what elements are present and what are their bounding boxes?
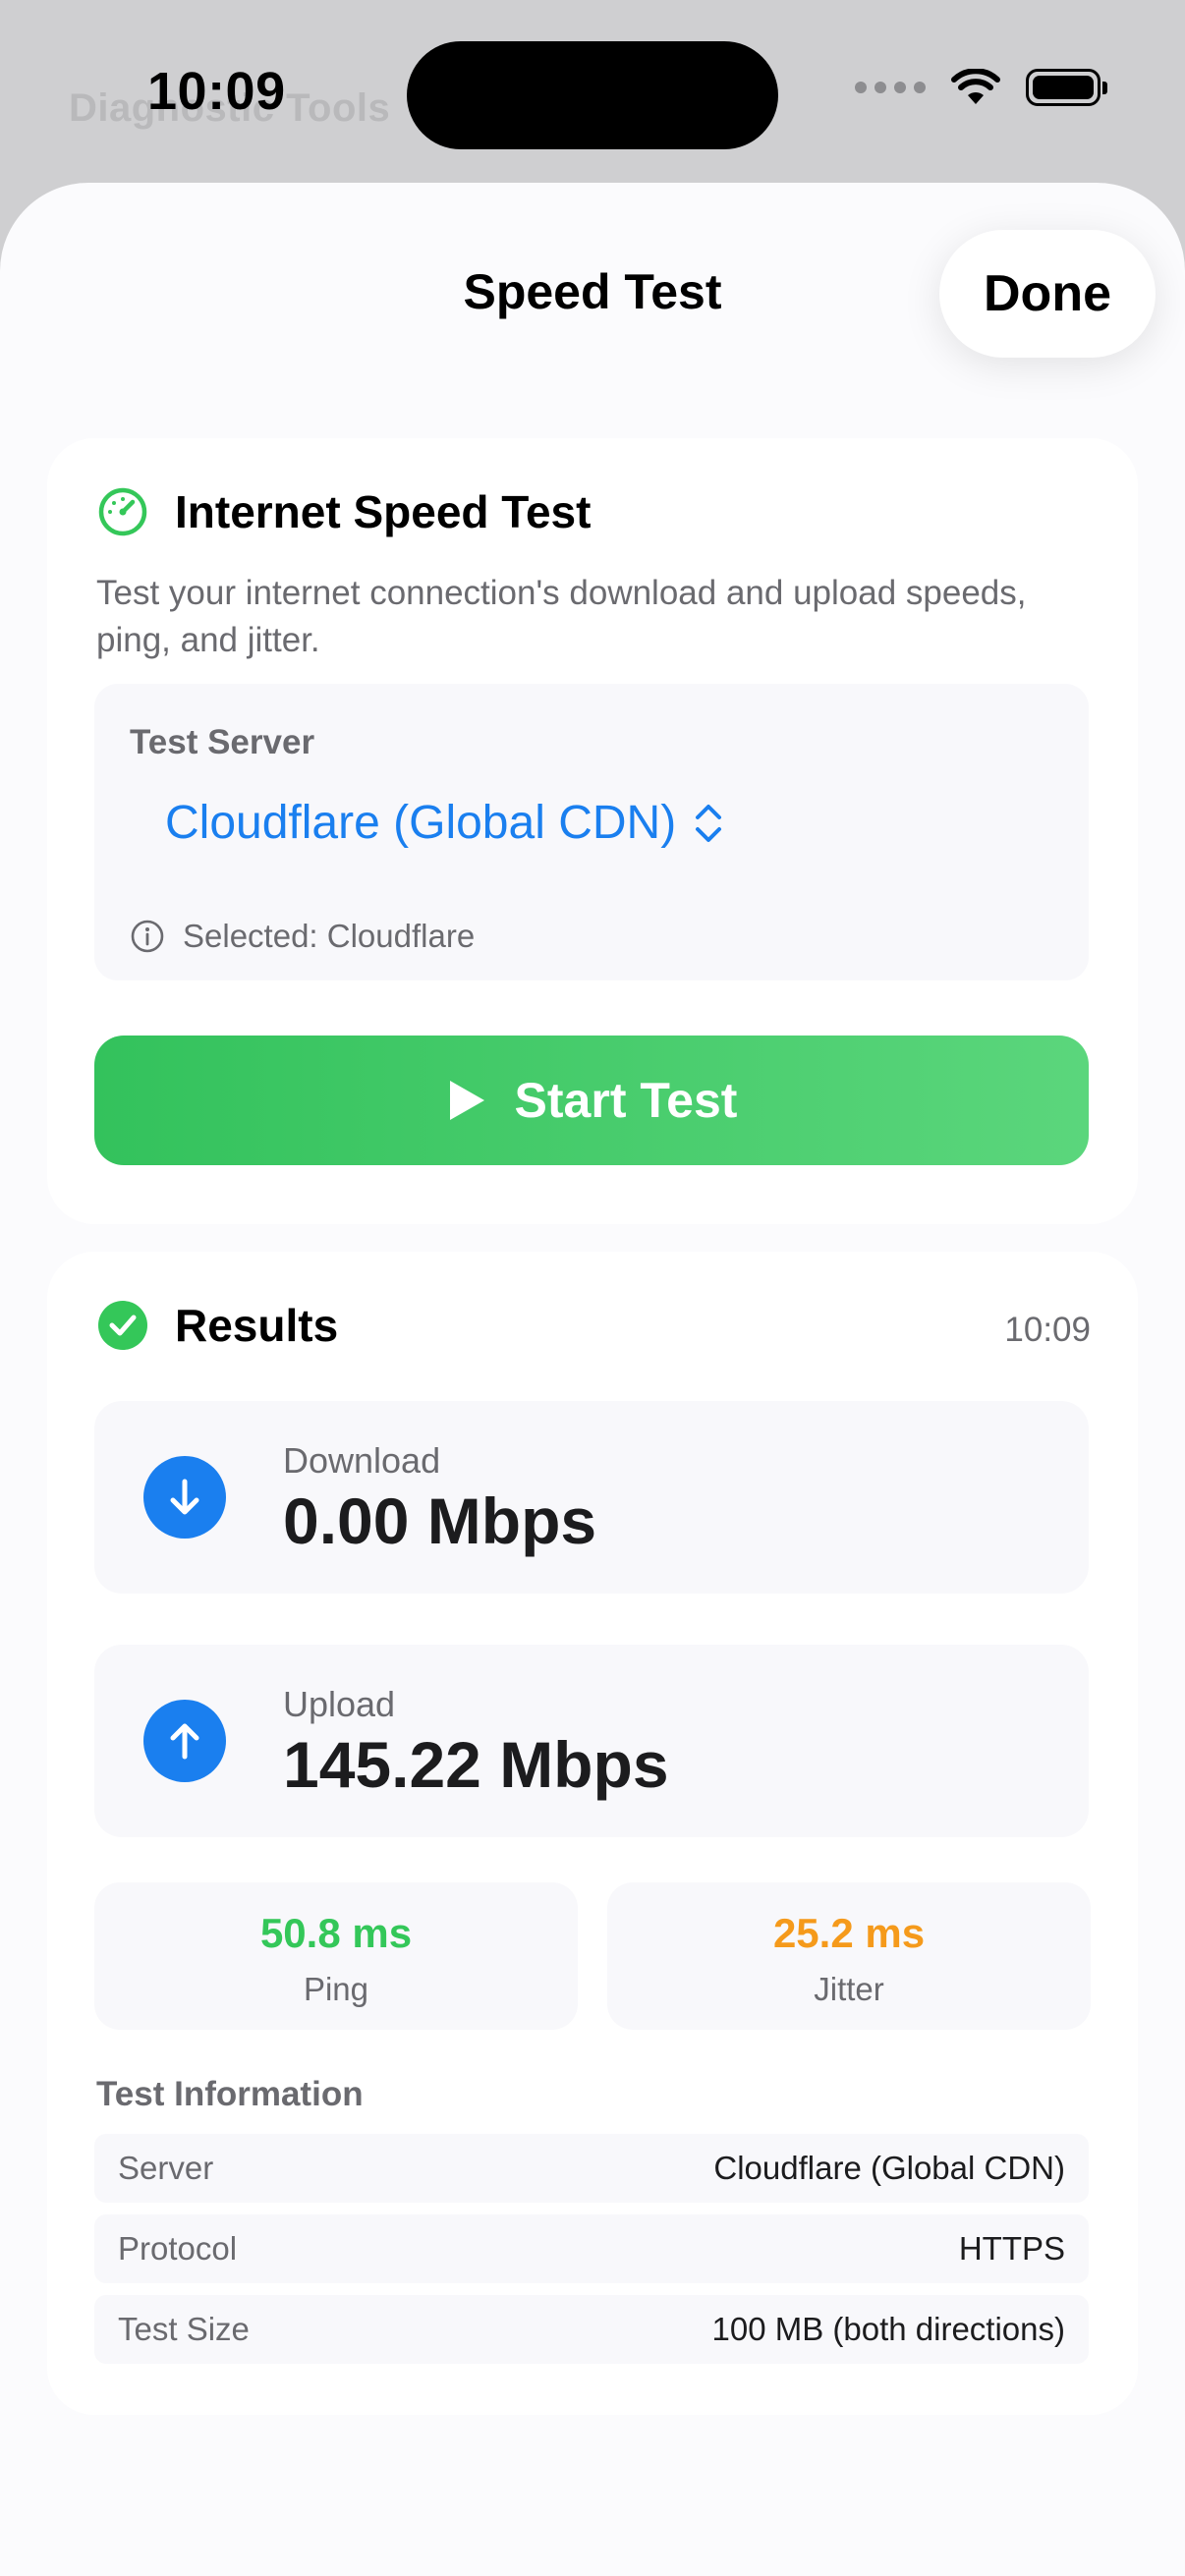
upload-metric: Upload 145.22 Mbps <box>94 1645 1089 1837</box>
ping-label: Ping <box>303 1971 369 2007</box>
info-key: Protocol <box>118 2230 238 2267</box>
done-button[interactable]: Done <box>939 230 1156 358</box>
info-value: HTTPS <box>958 2230 1065 2267</box>
info-row-protocol: Protocol HTTPS <box>94 2214 1089 2283</box>
info-value: Cloudflare (Global CDN) <box>713 2150 1065 2186</box>
speed-test-description: Test your internet connection's download… <box>96 574 1027 659</box>
upload-arrow-icon <box>143 1700 226 1782</box>
speedometer-icon <box>98 487 147 536</box>
dynamic-island <box>407 41 778 149</box>
test-server-section: Test Server Cloudflare (Global CDN) Sele… <box>94 684 1089 980</box>
server-picker[interactable]: Cloudflare (Global CDN) <box>165 796 725 850</box>
download-value: 0.00 Mbps <box>283 1484 597 1557</box>
battery-icon <box>1026 69 1107 106</box>
upload-label: Upload <box>283 1684 396 1724</box>
wifi-icon <box>951 69 1000 104</box>
info-key: Test Size <box>118 2311 250 2347</box>
test-server-label: Test Server <box>130 723 315 761</box>
speed-test-title: Internet Speed Test <box>175 486 592 537</box>
cellular-dots-icon <box>855 82 926 93</box>
test-info-title: Test Information <box>96 2075 364 2113</box>
start-test-label: Start Test <box>514 1073 738 1128</box>
speed-test-header: Internet Speed Test <box>96 485 591 538</box>
chevron-up-down-icon <box>696 804 722 842</box>
speed-test-sheet: Speed Test Done Internet Speed Test Test… <box>0 183 1185 2576</box>
results-title: Results <box>175 1300 339 1351</box>
download-label: Download <box>283 1440 441 1481</box>
jitter-value: 25.2 ms <box>772 1910 926 1956</box>
results-timestamp: 10:09 <box>1004 1311 1091 1349</box>
ping-metric: 50.8 ms Ping <box>94 1882 578 2030</box>
jitter-label: Jitter <box>814 1971 884 2007</box>
info-value: 100 MB (both directions) <box>711 2311 1065 2347</box>
info-row-test-size: Test Size 100 MB (both directions) <box>94 2295 1089 2364</box>
start-test-button[interactable]: Start Test <box>94 1036 1089 1165</box>
results-header: Results <box>96 1299 338 1352</box>
upload-value: 145.22 Mbps <box>283 1728 669 1801</box>
info-row-server: Server Cloudflare (Global CDN) <box>94 2134 1089 2203</box>
speed-test-card: Internet Speed Test Test your internet c… <box>47 438 1138 1224</box>
play-icon <box>449 1081 484 1120</box>
server-picker-value: Cloudflare (Global CDN) <box>165 797 677 849</box>
info-icon <box>131 920 164 953</box>
status-icons <box>855 69 1107 106</box>
jitter-metric: 25.2 ms Jitter <box>607 1882 1091 2030</box>
download-metric: Download 0.00 Mbps <box>94 1401 1089 1594</box>
info-key: Server <box>118 2150 214 2186</box>
selected-server-note: Selected: Cloudflare <box>130 918 475 955</box>
checkmark-circle-icon <box>98 1301 147 1350</box>
results-card: Results 10:09 Download 0.00 Mbps Upload … <box>47 1252 1138 2415</box>
status-time: 10:09 <box>147 62 286 121</box>
status-bar: Diagnostic Tools 10:09 <box>0 0 1185 187</box>
ping-value: 50.8 ms <box>259 1910 413 1956</box>
download-arrow-icon <box>143 1456 226 1539</box>
selected-server-text: Selected: Cloudflare <box>183 918 476 954</box>
